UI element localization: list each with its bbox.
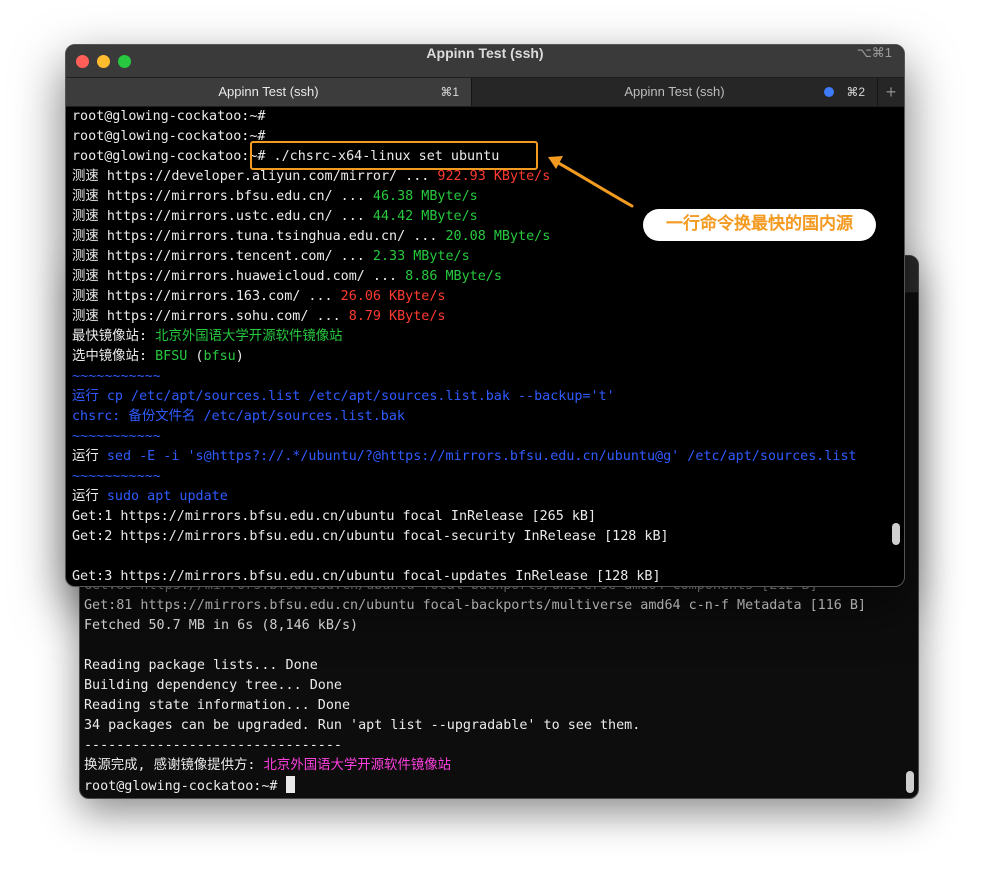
tab-1[interactable]: Appinn Test (ssh) ⌘1 [66, 78, 471, 106]
background-scrollbar-thumb[interactable] [906, 771, 914, 793]
terminal-line: Fetched 50.7 MB in 6s (8,146 kB/s) [84, 618, 359, 633]
terminal-line: Reading package lists... Done [84, 658, 318, 673]
window-title: Appinn Test (ssh) [426, 45, 544, 61]
terminal-line: Get:1 https://mirrors.bfsu.edu.cn/ubuntu… [72, 509, 597, 524]
tab-shortcut: ⌘1 [440, 85, 459, 99]
background-terminal-output[interactable]: Get:80 https://mirrors.bfsu.edu.cn/ubunt… [84, 576, 904, 796]
terminal-line: 34 packages can be upgraded. Run 'apt li… [84, 718, 641, 733]
annotation-callout: 一行命令换最快的国内源 [643, 209, 876, 241]
terminal-line: ~~~~~~~~~~~ [72, 369, 161, 384]
terminal-line: 运行 cp /etc/apt/sources.list /etc/apt/sou… [72, 389, 615, 404]
tab-2[interactable]: Appinn Test (ssh) ⌘2 [471, 78, 877, 106]
tab-label: Appinn Test (ssh) [218, 84, 319, 99]
terminal-line: 换源完成, 感谢镜像提供方: 北京外国语大学开源软件镜像站 [84, 758, 452, 773]
terminal-line: Reading state information... Done [84, 698, 351, 713]
terminal-line: root@glowing-cockatoo:~# [72, 109, 266, 124]
terminal-line: ~~~~~~~~~~~ [72, 429, 161, 444]
terminal-line: 测速 https://mirrors.tencent.com/ ... 2.33… [72, 249, 470, 264]
terminal-line: chsrc: 备份文件名 /etc/apt/sources.list.bak [72, 409, 405, 424]
terminal-line: 测速 https://mirrors.163.com/ ... 26.06 KB… [72, 289, 446, 304]
terminal-line: Get:2 https://mirrors.bfsu.edu.cn/ubuntu… [72, 529, 669, 544]
terminal-line: 运行 sudo apt update [72, 489, 228, 504]
new-tab-button[interactable]: + [877, 78, 904, 106]
text-cursor [285, 776, 295, 793]
terminal-line: 测速 https://mirrors.sohu.com/ ... 8.79 KB… [72, 309, 446, 324]
terminal-line: -------------------------------- [84, 738, 342, 753]
terminal-line: 测速 https://mirrors.bfsu.edu.cn/ ... 46.3… [72, 189, 478, 204]
terminal-line: Get:81 https://mirrors.bfsu.edu.cn/ubunt… [84, 598, 866, 613]
terminal-line: 测速 https://developer.aliyun.com/mirror/ … [72, 169, 551, 184]
terminal-line: 运行 sed -E -i 's@https?://.*/ubuntu/?@htt… [72, 449, 857, 464]
tab-bar: Appinn Test (ssh) ⌘1 Appinn Test (ssh) ⌘… [66, 77, 904, 107]
tab-label: Appinn Test (ssh) [624, 84, 725, 99]
terminal-line: Get:3 https://mirrors.bfsu.edu.cn/ubuntu… [72, 569, 661, 584]
activity-dot-icon [824, 87, 834, 97]
terminal-line: 选中镜像站: BFSU (bfsu) [72, 349, 244, 364]
tab-shortcut: ⌘2 [846, 85, 865, 99]
command-highlight-box [250, 141, 538, 170]
scrollbar-thumb[interactable] [892, 523, 900, 545]
window-shortcut: ⌥⌘1 [856, 45, 892, 60]
terminal-line: Building dependency tree... Done [84, 678, 342, 693]
terminal-line: 测速 https://mirrors.huaweicloud.com/ ... … [72, 269, 502, 284]
terminal-prompt-line: root@glowing-cockatoo:~# [84, 776, 904, 796]
terminal-line: 最快镜像站: 北京外国语大学开源软件镜像站 [72, 329, 343, 344]
terminal-window: Appinn Test (ssh) ⌥⌘1 Appinn Test (ssh) … [65, 44, 905, 587]
window-titlebar[interactable]: Appinn Test (ssh) ⌥⌘1 [66, 45, 904, 77]
terminal-line: ~~~~~~~~~~~ [72, 469, 161, 484]
terminal-output[interactable]: root@glowing-cockatoo:~# root@glowing-co… [72, 107, 892, 586]
